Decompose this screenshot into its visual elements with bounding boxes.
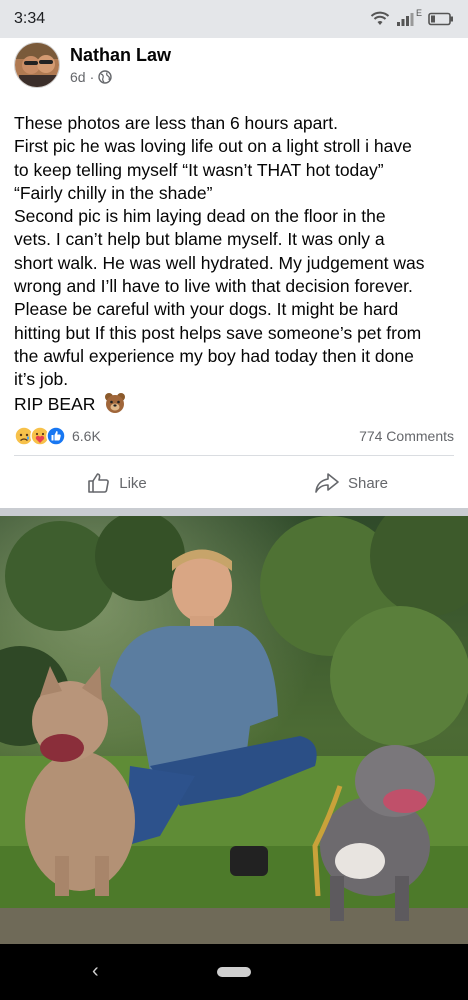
globe-icon: [98, 70, 112, 84]
separator-band: [0, 508, 468, 516]
share-label: Share: [347, 474, 389, 492]
post-text-line: These photos are less than 6 hours apart…: [14, 113, 338, 133]
share-icon: [315, 473, 339, 493]
reactions-bar: 6.6K 774 Comments: [14, 424, 454, 448]
post-text-line: short walk. He was well hydrated. My jud…: [14, 252, 425, 273]
post-text-line: vets. I can’t help but blame myself. It …: [14, 229, 385, 250]
status-bar: 3:34 E: [0, 0, 468, 38]
post-actions: Like Share: [0, 460, 468, 506]
status-icons: E: [370, 8, 454, 27]
wifi-icon: [370, 11, 390, 25]
post-text-line: First pic he was loving life out on a li…: [14, 136, 412, 157]
like-icon: [46, 426, 66, 446]
post-text-line: RIP BEAR: [14, 393, 96, 414]
like-button[interactable]: Like: [0, 460, 234, 506]
system-nav-bar: ‹: [0, 944, 468, 1000]
avatar[interactable]: [14, 42, 60, 88]
post-text-line: hitting but If this post helps save some…: [14, 322, 422, 343]
post-text-line: the awful experience my boy had today th…: [14, 345, 414, 366]
signal-icon: [396, 13, 414, 26]
thumbs-up-icon: [88, 473, 110, 493]
home-pill[interactable]: [217, 967, 251, 977]
status-time: 3:34: [14, 10, 46, 27]
post-text-line: Second pic is him laying dead on the flo…: [14, 206, 386, 227]
post-text: These photos are less than 6 hours apart…: [14, 112, 458, 416]
reaction-count[interactable]: 6.6K: [72, 428, 101, 444]
share-button[interactable]: Share: [234, 460, 468, 506]
back-icon[interactable]: ‹: [92, 960, 99, 983]
bear-face-icon: [105, 392, 126, 413]
comments-count[interactable]: 774 Comments: [359, 428, 454, 444]
post-meta: 6d ·: [70, 69, 171, 85]
post-text-line: Please be careful with your dogs. It mig…: [14, 299, 399, 320]
post-text-line-last: RIP BEAR: [14, 392, 458, 416]
post-text-line: wrong and I’ll have to live with that de…: [14, 276, 413, 297]
divider: [14, 455, 454, 456]
post-photo[interactable]: [0, 516, 468, 944]
network-type-label: E: [415, 8, 422, 18]
author-name[interactable]: Nathan Law: [70, 45, 171, 66]
reaction-icons[interactable]: [14, 426, 66, 446]
post-text-line: to keep telling myself “It wasn’t THAT h…: [14, 159, 384, 180]
battery-icon: [428, 12, 453, 26]
post-text-line: it’s job.: [14, 369, 69, 390]
post-header: Nathan Law 6d ·: [14, 40, 171, 90]
meta-separator: ·: [89, 69, 95, 85]
post-time[interactable]: 6d: [70, 69, 86, 85]
post-text-line: “Fairly chilly in the shade”: [14, 182, 213, 203]
like-label: Like: [119, 474, 147, 492]
